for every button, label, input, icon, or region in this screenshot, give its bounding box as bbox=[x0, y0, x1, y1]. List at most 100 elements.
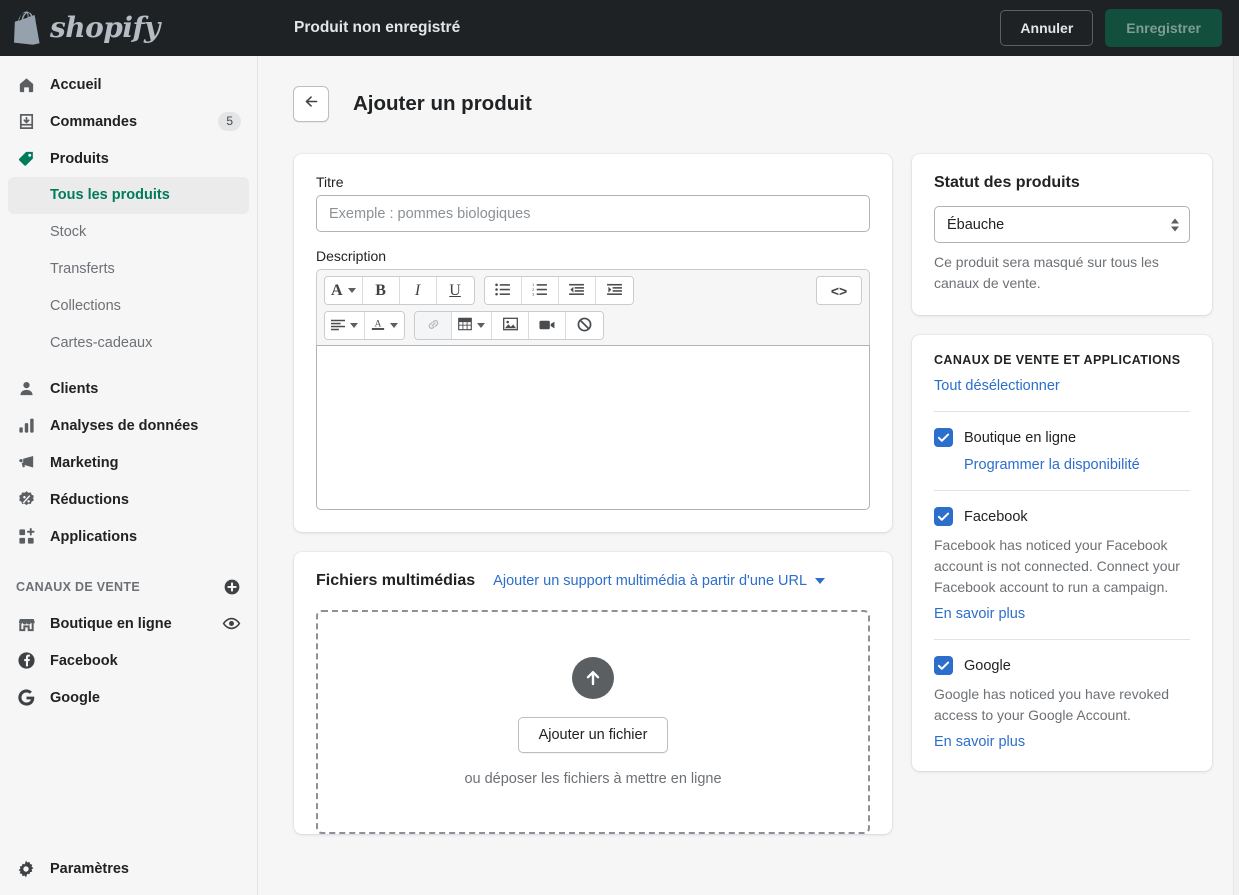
channel-label: Facebook bbox=[964, 508, 1028, 525]
sidebar-item-label: Analyses de données bbox=[50, 417, 199, 434]
clear-formatting-button[interactable] bbox=[566, 312, 603, 340]
media-dropzone[interactable]: Ajouter un fichier ou déposer les fichie… bbox=[316, 610, 870, 835]
sidebar-item-commandes[interactable]: Commandes 5 bbox=[8, 103, 249, 140]
rte-text-style-group: A B I U bbox=[324, 276, 475, 306]
chevron-down-icon bbox=[347, 288, 356, 294]
description-field-label: Description bbox=[316, 248, 387, 265]
chevron-down-icon bbox=[390, 323, 398, 329]
code-view-icon: <> bbox=[830, 282, 848, 299]
schedule-availability-link[interactable]: Programmer la disponibilité bbox=[964, 457, 1140, 473]
sidebar-item-marketing[interactable]: Marketing bbox=[8, 444, 249, 481]
text-color-icon: A bbox=[371, 317, 385, 334]
sidebar-item-analyses[interactable]: Analyses de données bbox=[8, 407, 249, 444]
sidebar-item-parametres[interactable]: Paramètres bbox=[8, 850, 250, 887]
orders-count-badge: 5 bbox=[218, 112, 241, 131]
status-panel-title: Statut des produits bbox=[934, 174, 1080, 192]
sidebar-item-stock[interactable]: Stock bbox=[8, 214, 249, 251]
discount-badge-icon bbox=[16, 490, 36, 510]
left-column: Titre Description A bbox=[294, 154, 892, 856]
insert-video-button[interactable] bbox=[529, 312, 566, 340]
italic-button[interactable]: I bbox=[399, 277, 437, 305]
table-icon bbox=[458, 317, 472, 334]
sidebar-item-produits[interactable]: Produits bbox=[8, 140, 249, 177]
analytics-bars-icon bbox=[16, 416, 36, 436]
sidebar-item-accueil[interactable]: Accueil bbox=[8, 66, 249, 103]
product-status-card: Statut des produits Ébauche Ce produit s… bbox=[912, 154, 1212, 316]
orders-inbox-icon bbox=[16, 112, 36, 132]
unsaved-product-title: Produit non enregistré bbox=[294, 19, 461, 36]
sidebar-channel-label: Facebook bbox=[50, 652, 118, 669]
product-tag-icon bbox=[16, 149, 36, 169]
sidebar-item-label: Produits bbox=[50, 150, 109, 167]
bulleted-list-icon bbox=[495, 283, 510, 299]
deselect-all-link[interactable]: Tout désélectionner bbox=[934, 378, 1060, 394]
image-icon bbox=[502, 317, 518, 334]
indent-button[interactable] bbox=[595, 277, 633, 305]
rte-toolbar-row-2: A bbox=[324, 311, 862, 341]
customer-icon bbox=[16, 379, 36, 399]
bold-button[interactable]: B bbox=[362, 277, 400, 305]
font-format-icon: A bbox=[331, 281, 343, 299]
outdent-icon bbox=[569, 283, 584, 299]
media-card: Fichiers multimédias Ajouter un support … bbox=[294, 552, 892, 835]
outdent-button[interactable] bbox=[558, 277, 596, 305]
sidebar-item-transferts[interactable]: Transferts bbox=[8, 251, 249, 288]
gear-icon bbox=[16, 859, 36, 879]
save-button[interactable]: Enregistrer bbox=[1105, 9, 1222, 47]
rte-align-color-group: A bbox=[324, 311, 405, 341]
insert-image-button[interactable] bbox=[492, 312, 529, 340]
learn-more-link-facebook[interactable]: En savoir plus bbox=[934, 606, 1025, 622]
svg-text:3: 3 bbox=[532, 292, 534, 296]
sidebar-item-label: Clients bbox=[50, 380, 99, 397]
rte-list-group: 1 2 3 bbox=[483, 276, 634, 306]
select-updown-arrows-icon bbox=[1171, 218, 1179, 232]
divider bbox=[934, 490, 1190, 492]
product-status-select[interactable]: Ébauche bbox=[934, 206, 1190, 244]
sales-channels-section-header: CANAUX DE VENTE bbox=[8, 573, 249, 601]
sidebar-channel-google[interactable]: Google bbox=[8, 679, 249, 716]
checkbox-google[interactable] bbox=[934, 656, 953, 676]
numbered-list-button[interactable]: 1 2 3 bbox=[521, 277, 559, 305]
sidebar-item-clients[interactable]: Clients bbox=[8, 370, 249, 407]
learn-more-link-google[interactable]: En savoir plus bbox=[934, 734, 1025, 750]
insert-table-dropdown[interactable] bbox=[452, 312, 492, 340]
channel-item-google: Google Google has noticed you have revok… bbox=[912, 656, 1212, 771]
underline-button[interactable]: U bbox=[436, 277, 474, 305]
bulleted-list-button[interactable] bbox=[484, 277, 522, 305]
title-input[interactable] bbox=[316, 195, 870, 233]
media-card-header: Fichiers multimédias Ajouter un support … bbox=[294, 552, 892, 590]
sidebar-item-tous-les-produits[interactable]: Tous les produits bbox=[8, 177, 249, 214]
title-field-label: Titre bbox=[316, 174, 344, 191]
description-textarea[interactable] bbox=[316, 345, 870, 511]
cancel-button[interactable]: Annuler bbox=[1000, 10, 1094, 46]
alignment-dropdown[interactable] bbox=[325, 312, 365, 340]
upload-arrow-icon bbox=[572, 657, 614, 700]
shopify-bag-icon bbox=[14, 11, 44, 45]
plus-circle-icon[interactable] bbox=[223, 578, 241, 596]
add-media-from-url-link[interactable]: Ajouter un support multimédia à partir d… bbox=[493, 573, 826, 589]
eye-icon[interactable] bbox=[222, 614, 241, 633]
sidebar-item-reductions[interactable]: Réductions bbox=[8, 481, 249, 518]
add-file-button[interactable]: Ajouter un fichier bbox=[517, 717, 669, 754]
page-scrollbar[interactable] bbox=[1233, 56, 1239, 895]
format-dropdown[interactable]: A bbox=[325, 277, 363, 305]
italic-icon: I bbox=[414, 281, 421, 299]
insert-link-button[interactable] bbox=[415, 312, 452, 340]
svg-text:2: 2 bbox=[532, 288, 534, 292]
back-button[interactable] bbox=[293, 85, 329, 122]
sidebar-item-applications[interactable]: Applications bbox=[8, 518, 249, 555]
channel-label: Google bbox=[964, 657, 1011, 674]
sidebar-item-collections[interactable]: Collections bbox=[8, 288, 249, 325]
sales-channels-card: CANAUX DE VENTE ET APPLICATIONS Tout dés… bbox=[912, 335, 1212, 772]
sidebar-channel-boutique-en-ligne[interactable]: Boutique en ligne bbox=[8, 605, 249, 642]
numbered-list-icon: 1 2 3 bbox=[532, 283, 547, 299]
text-color-dropdown[interactable]: A bbox=[365, 312, 404, 340]
indent-icon bbox=[606, 283, 622, 299]
sidebar-item-cartes-cadeaux[interactable]: Cartes-cadeaux bbox=[8, 325, 249, 362]
html-code-button[interactable]: <> bbox=[817, 277, 861, 305]
checkbox-boutique-en-ligne[interactable] bbox=[934, 428, 953, 448]
shopify-wordmark: shopify bbox=[50, 11, 160, 44]
checkbox-facebook[interactable] bbox=[934, 507, 953, 527]
sidebar-channel-facebook[interactable]: Facebook bbox=[8, 642, 249, 679]
shopify-logo[interactable]: shopify bbox=[0, 0, 258, 56]
